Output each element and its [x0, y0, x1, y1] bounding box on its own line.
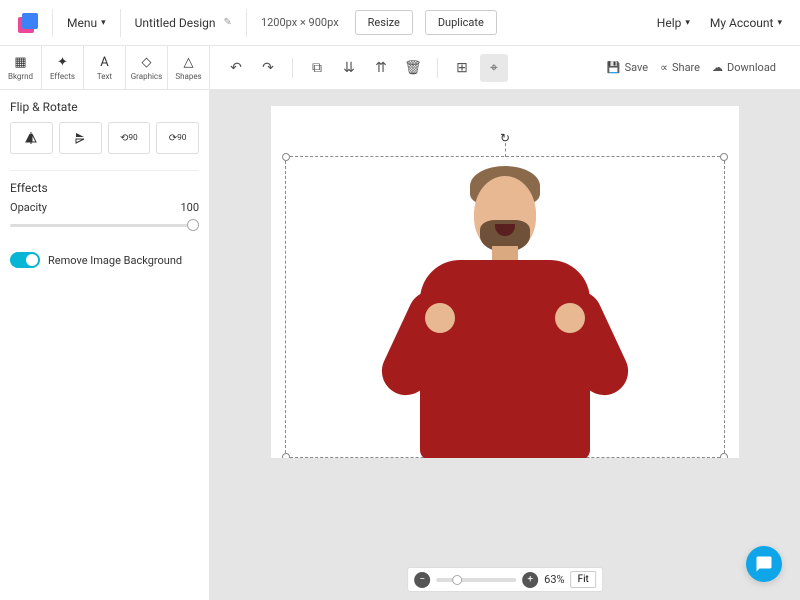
- rotate-ccw-button[interactable]: ⟲90: [108, 122, 151, 154]
- undo-button[interactable]: ↶: [222, 54, 250, 82]
- opacity-value: 100: [180, 201, 199, 214]
- canvas-dimensions: 1200px × 900px: [251, 16, 349, 29]
- tab-shapes[interactable]: △Shapes: [168, 46, 210, 89]
- share-icon: ∝: [660, 61, 668, 74]
- zoom-in-button[interactable]: +: [522, 572, 538, 588]
- app-logo[interactable]: [16, 11, 40, 35]
- effects-title: Effects: [10, 170, 199, 195]
- send-back-button[interactable]: ⇊: [335, 54, 363, 82]
- delete-button[interactable]: 🗑: [399, 54, 427, 82]
- resize-handle-nw[interactable]: [282, 153, 290, 161]
- flip-vertical-button[interactable]: [59, 122, 102, 154]
- tab-text[interactable]: AText: [84, 46, 126, 89]
- remove-bg-label: Remove Image Background: [48, 254, 182, 267]
- account-dropdown[interactable]: My Account▾: [700, 10, 792, 36]
- image-content[interactable]: [385, 148, 625, 458]
- snap-button[interactable]: ⌖: [480, 54, 508, 82]
- save-button[interactable]: 💾Save: [607, 61, 648, 74]
- tab-graphics[interactable]: ◇Graphics: [126, 46, 168, 89]
- download-icon: ☁: [712, 61, 723, 74]
- zoom-fit-button[interactable]: Fit: [571, 571, 596, 588]
- bring-front-button[interactable]: ⇈: [367, 54, 395, 82]
- edit-title-icon: ✎: [224, 17, 232, 28]
- opacity-label: Opacity: [10, 201, 47, 214]
- design-canvas[interactable]: ↻: [271, 106, 739, 458]
- remove-bg-toggle[interactable]: [10, 252, 40, 268]
- download-button[interactable]: ☁Download: [712, 61, 776, 74]
- zoom-control: − + 63% Fit: [407, 567, 603, 592]
- resize-handle-se[interactable]: [720, 453, 728, 458]
- zoom-slider[interactable]: [436, 578, 516, 582]
- design-title[interactable]: Untitled Design✎: [125, 10, 242, 36]
- grid-button[interactable]: ⊞: [448, 54, 476, 82]
- zoom-out-button[interactable]: −: [414, 572, 430, 588]
- tab-effects[interactable]: ✦Effects: [42, 46, 84, 89]
- resize-handle-sw[interactable]: [282, 453, 290, 458]
- resize-handle-ne[interactable]: [720, 153, 728, 161]
- duplicate-button[interactable]: Duplicate: [425, 10, 497, 35]
- resize-button[interactable]: Resize: [355, 10, 413, 35]
- opacity-slider[interactable]: [10, 218, 199, 232]
- help-fab[interactable]: [746, 546, 782, 582]
- chat-icon: [755, 555, 773, 573]
- save-icon: 💾: [607, 61, 621, 74]
- help-dropdown[interactable]: Help▾: [647, 10, 700, 36]
- redo-button[interactable]: ↷: [254, 54, 282, 82]
- tab-background[interactable]: ▦Bkgrnd: [0, 46, 42, 89]
- copy-button[interactable]: ⧉: [303, 54, 331, 82]
- rotate-cw-button[interactable]: ⟳90: [156, 122, 199, 154]
- effects-panel: Flip & Rotate ⟲90 ⟳90 Effects Opacity 10…: [0, 90, 210, 600]
- menu-dropdown[interactable]: Menu▾: [57, 10, 116, 36]
- flip-horizontal-button[interactable]: [10, 122, 53, 154]
- flip-rotate-title: Flip & Rotate: [10, 100, 199, 114]
- share-button[interactable]: ∝Share: [660, 61, 700, 74]
- zoom-value: 63%: [544, 573, 564, 586]
- canvas-area[interactable]: ↻ − + 63% Fit: [210, 90, 800, 600]
